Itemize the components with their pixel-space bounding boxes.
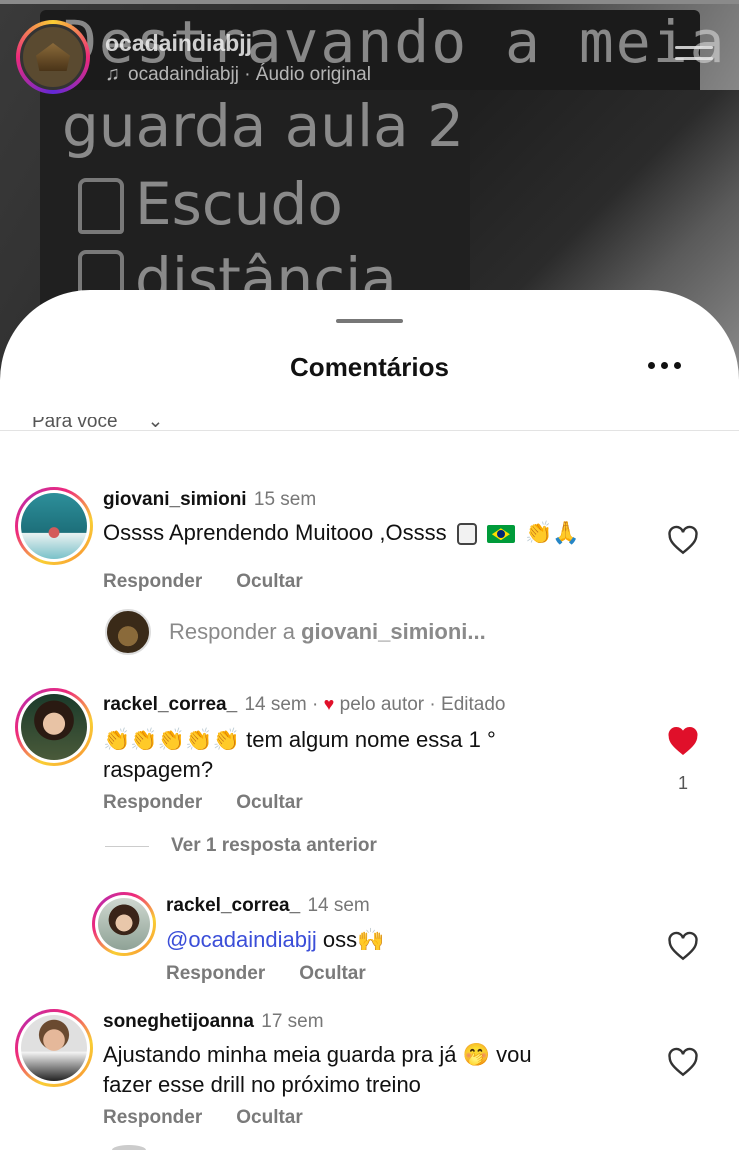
reply-button[interactable]: Responder <box>103 571 202 593</box>
comment-body-line-1: Ajustando minha meia guarda pra já <box>103 1042 457 1067</box>
comment-actions: Responder Ocultar <box>103 571 303 593</box>
author-like-label: pelo autor <box>339 694 425 715</box>
hide-button[interactable]: Ocultar <box>236 792 303 814</box>
gi-icon <box>78 178 124 234</box>
comment-username[interactable]: rackel_correa_ <box>103 694 237 715</box>
like-heart-icon[interactable] <box>667 1047 699 1077</box>
comment-header: rackel_correa_ 14 sem <box>166 895 370 917</box>
comment-actions: Responder Ocultar <box>103 1107 303 1129</box>
comment-time: 14 sem <box>307 895 370 916</box>
hand-over-mouth-emoji: 🤭 <box>462 1043 490 1068</box>
comment-body: oss <box>322 927 358 952</box>
comment-text: 👏👏👏👏👏 tem algum nome essa 1 ° raspagem? <box>103 725 496 784</box>
overlay-text-line-2: guarda aula 2 <box>62 92 465 160</box>
clap-emojis: 👏👏👏👏👏 <box>103 728 240 753</box>
comment-time: 14 sem <box>244 694 307 715</box>
reply-placeholder: Responder a giovani_simioni... <box>169 619 486 644</box>
reply-composer[interactable]: Responder a giovani_simioni... <box>105 609 486 655</box>
comment-username[interactable]: soneghetijoanna <box>103 1011 254 1032</box>
reel-author-avatar[interactable] <box>16 20 90 94</box>
comment-filter-dropdown[interactable]: Para você ⌄ <box>32 417 163 431</box>
chevron-down-icon: ⌄ <box>147 417 164 431</box>
comment-body-line-2: raspagem? <box>103 757 214 782</box>
like-count: 1 <box>677 773 688 793</box>
commenter-avatar[interactable] <box>15 688 93 766</box>
reel-audio-label: ocadaindiabjj · Áudio original <box>128 63 371 85</box>
commenter-avatar[interactable] <box>15 487 93 565</box>
author-liked-heart-icon: ♥ <box>323 694 335 714</box>
reply-button[interactable]: Responder <box>103 1107 202 1129</box>
next-comment-avatar-peek <box>112 1145 146 1150</box>
comment-body-line-1-tail: vou <box>496 1042 532 1067</box>
comment-actions: Responder Ocultar <box>166 963 366 985</box>
gi-emoji-icon <box>456 523 477 546</box>
hide-button[interactable]: Ocultar <box>299 963 366 985</box>
comment-body-line-2: fazer esse drill no próximo treino <box>103 1072 421 1097</box>
filter-label: Para você <box>32 417 118 431</box>
comment-header: rackel_correa_ 14 sem · ♥ pelo autor · E… <box>103 694 506 715</box>
reel-author-username[interactable]: ocadaindiabjj <box>105 30 252 57</box>
reel-audio-link[interactable]: ♫ ocadaindiabjj · Áudio original <box>105 63 371 86</box>
comment-username[interactable]: rackel_correa_ <box>166 895 300 916</box>
commenter-avatar[interactable] <box>92 892 156 956</box>
reel-top-edge <box>0 0 739 4</box>
sheet-title: Comentários <box>290 352 449 382</box>
comment-body-line-1: tem algum nome essa 1 ° <box>246 727 496 752</box>
clap-pray-emoji: 👏🙏 <box>525 521 580 546</box>
comment-time: 15 sem <box>253 489 317 510</box>
overlay-text-line-3: Escudo <box>135 170 343 238</box>
hide-button[interactable]: Ocultar <box>236 571 303 593</box>
comments-sheet: Comentários Para você ⌄ giovani_simioni 1… <box>0 290 739 1150</box>
comment-text: @ocadaindiabjj oss🙌 <box>166 925 385 955</box>
view-replies-label: Ver 1 resposta anterior <box>171 835 377 856</box>
mention-link[interactable]: @ocadaindiabjj <box>166 927 317 952</box>
reply-button[interactable]: Responder <box>166 963 265 985</box>
sheet-drag-handle[interactable] <box>336 319 403 323</box>
raising-hands-emoji: 🙌 <box>357 928 385 953</box>
edited-label: · Editado <box>429 694 506 715</box>
comment-body: Ossss Aprendendo Muitooo ,Ossss <box>103 520 447 545</box>
divider <box>0 430 739 431</box>
music-note-icon: ♫ <box>105 63 120 85</box>
thread-line <box>105 845 149 847</box>
hut-logo-icon <box>36 43 70 71</box>
comment-header: soneghetijoanna 17 sem <box>103 1011 324 1033</box>
liked-heart-icon[interactable] <box>667 726 699 756</box>
comment-username[interactable]: giovani_simioni <box>103 489 247 510</box>
view-previous-replies[interactable]: Ver 1 resposta anterior <box>105 835 377 857</box>
reply-button[interactable]: Responder <box>103 792 202 814</box>
brazil-flag-icon <box>486 525 515 544</box>
like-heart-icon[interactable] <box>667 525 699 555</box>
commenter-avatar[interactable] <box>15 1009 93 1087</box>
more-options-icon[interactable] <box>648 362 681 369</box>
comment-time: 17 sem <box>261 1011 324 1032</box>
like-heart-icon[interactable] <box>667 931 699 961</box>
comment-text: Ajustando minha meia guarda pra já 🤭 vou… <box>103 1040 532 1099</box>
comment-actions: Responder Ocultar <box>103 792 303 814</box>
menu-icon[interactable] <box>675 46 713 68</box>
comment-header: giovani_simioni 15 sem <box>103 489 316 511</box>
hide-button[interactable]: Ocultar <box>236 1107 303 1129</box>
comment-text: Ossss Aprendendo Muitooo ,Ossss 👏🙏 <box>103 518 580 548</box>
own-avatar <box>105 609 151 655</box>
